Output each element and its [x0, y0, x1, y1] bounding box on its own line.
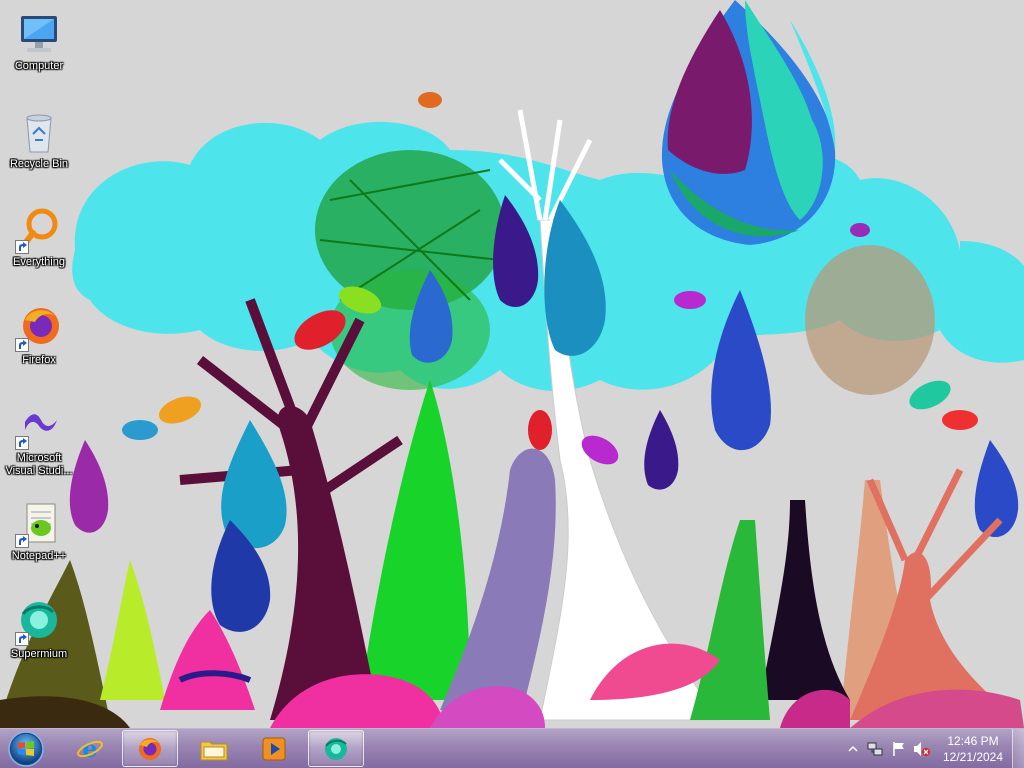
file-explorer-icon — [200, 741, 228, 760]
volume-muted-icon[interactable] — [913, 741, 930, 757]
visual-studio-icon — [15, 402, 63, 450]
desktop-icon-label: Supermium — [10, 648, 68, 660]
taskbar: e 12:46 PM 12/21/2024 — [0, 728, 1024, 768]
show-desktop-button[interactable] — [1012, 729, 1024, 768]
system-clock[interactable]: 12:46 PM 12/21/2024 — [935, 733, 1011, 765]
desktop-icon-label: Everything — [13, 256, 65, 268]
network-icon[interactable] — [867, 741, 883, 757]
taskbar-supermium[interactable] — [308, 730, 364, 767]
start-button[interactable] — [4, 730, 48, 768]
taskbar-file-explorer[interactable] — [186, 730, 242, 767]
desktop-icon-label: Microsoft Visual Studi... — [5, 452, 73, 477]
desktop-icon-visual-studio[interactable]: Microsoft Visual Studi... — [2, 398, 76, 484]
shortcut-arrow-icon — [15, 240, 29, 254]
everything-icon — [15, 206, 63, 254]
internet-explorer-icon: e — [77, 735, 103, 763]
action-center-flag-icon[interactable] — [891, 741, 907, 757]
shortcut-arrow-icon — [15, 632, 29, 646]
shortcut-arrow-icon — [15, 534, 29, 548]
desktop-wallpaper — [0, 0, 1024, 728]
windows-start-icon — [8, 731, 44, 767]
computer-icon — [15, 10, 63, 58]
taskbar-media-player[interactable] — [246, 730, 302, 767]
supermium-icon — [325, 737, 347, 760]
taskbar-internet-explorer[interactable]: e — [62, 730, 118, 767]
notepadplusplus-icon — [15, 500, 63, 548]
desktop-icon-supermium[interactable]: Supermium — [2, 594, 76, 680]
desktop-icon-label: Recycle Bin — [9, 158, 69, 170]
shortcut-arrow-icon — [15, 338, 29, 352]
media-player-icon — [262, 737, 286, 760]
firefox-icon — [15, 304, 63, 352]
desktop-icon-firefox[interactable]: Firefox — [2, 300, 76, 386]
firefox-icon — [139, 737, 161, 760]
svg-text:e: e — [82, 735, 97, 763]
desktop-icon-label: Firefox — [22, 354, 56, 366]
taskbar-firefox[interactable] — [122, 730, 178, 767]
desktop-icon-notepadplusplus[interactable]: Notepad++ — [2, 496, 76, 582]
desktop-icon-recycle-bin[interactable]: Recycle Bin — [2, 104, 76, 190]
clock-date: 12/21/2024 — [942, 750, 1004, 764]
desktop-icon-everything[interactable]: Everything — [2, 202, 76, 288]
desktop-icon-computer[interactable]: Computer — [2, 6, 76, 92]
supermium-icon — [15, 598, 63, 646]
show-hidden-icons-arrow[interactable] — [845, 741, 861, 757]
clock-time: 12:46 PM — [947, 734, 999, 748]
shortcut-arrow-icon — [15, 436, 29, 450]
desktop-icon-label: Computer — [14, 60, 64, 72]
desktop-icon-label: Notepad++ — [11, 550, 67, 562]
recycle-bin-icon — [15, 108, 63, 156]
